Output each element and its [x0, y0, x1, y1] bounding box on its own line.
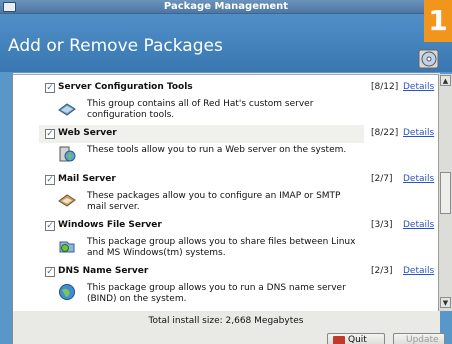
- package-count: [2/3]: [371, 266, 393, 276]
- package-description: This group contains all of Red Hat's cus…: [87, 99, 314, 120]
- package-checkbox[interactable]: ✓: [45, 221, 55, 231]
- list-item: ✓ DNS Name Server [2/3] Details This pac…: [13, 263, 438, 309]
- package-name: DNS Name Server: [58, 266, 149, 276]
- page-header: Add or Remove Packages: [0, 14, 452, 72]
- window-title: Package Management: [163, 1, 289, 12]
- list-item: ✓ Server Configuration Tools [8/12] Deta…: [13, 79, 438, 125]
- dns-server-icon: [59, 284, 75, 300]
- scroll-thumb[interactable]: [440, 172, 451, 214]
- quit-icon: [333, 336, 345, 344]
- details-link[interactable]: Details: [403, 82, 434, 92]
- details-link[interactable]: Details: [403, 128, 434, 138]
- update-label: Update: [406, 335, 439, 344]
- step-badge: 1: [424, 0, 452, 42]
- package-count: [8/12]: [371, 82, 399, 92]
- package-description: This package group allows you to run a D…: [87, 283, 346, 304]
- list-item: ✓ Mail Server [2/7] Details These packag…: [13, 171, 438, 217]
- total-install-size: Total install size: 2,668 Megabytes: [148, 316, 304, 326]
- vertical-scrollbar[interactable]: ▲ ▼: [438, 74, 452, 311]
- package-checkbox[interactable]: ✓: [45, 83, 55, 93]
- quit-button[interactable]: Quit: [327, 333, 385, 344]
- scroll-down-icon[interactable]: ▼: [440, 297, 451, 308]
- web-server-icon: [59, 146, 76, 162]
- server-config-icon: [58, 103, 76, 116]
- package-count: [8/22]: [371, 128, 399, 138]
- package-name: Server Configuration Tools: [58, 82, 193, 92]
- list-item: ✓ Web Server [8/22] Details These tools …: [13, 125, 438, 171]
- window-titlebar: Package Management: [0, 0, 452, 14]
- package-description: This package group allows you to share f…: [87, 237, 356, 258]
- package-name: Windows File Server: [58, 220, 162, 230]
- list-item: ✓ Windows File Server [3/3] Details This…: [13, 217, 438, 263]
- package-count: [3/3]: [371, 220, 393, 230]
- package-description: These packages allow you to configure an…: [87, 191, 341, 212]
- package-name: Web Server: [58, 128, 117, 138]
- package-checkbox[interactable]: ✓: [45, 175, 55, 185]
- package-group-list[interactable]: ✓ Server Configuration Tools [8/12] Deta…: [13, 74, 438, 311]
- details-link[interactable]: Details: [403, 266, 434, 276]
- scroll-up-icon[interactable]: ▲: [440, 75, 451, 86]
- package-checkbox[interactable]: ✓: [45, 267, 55, 277]
- mail-server-icon: [58, 194, 76, 207]
- windows-file-server-icon: [59, 241, 75, 253]
- quit-label: Quit: [348, 335, 367, 344]
- package-name: Mail Server: [58, 174, 116, 184]
- package-count: [2/7]: [371, 174, 393, 184]
- details-link[interactable]: Details: [403, 220, 434, 230]
- page-title: Add or Remove Packages: [8, 36, 223, 56]
- details-link[interactable]: Details: [403, 174, 434, 184]
- package-disc-icon: [418, 49, 439, 69]
- package-description: These tools allow you to run a Web serve…: [87, 145, 347, 155]
- update-button[interactable]: Update: [393, 333, 445, 344]
- package-checkbox[interactable]: ✓: [45, 129, 55, 139]
